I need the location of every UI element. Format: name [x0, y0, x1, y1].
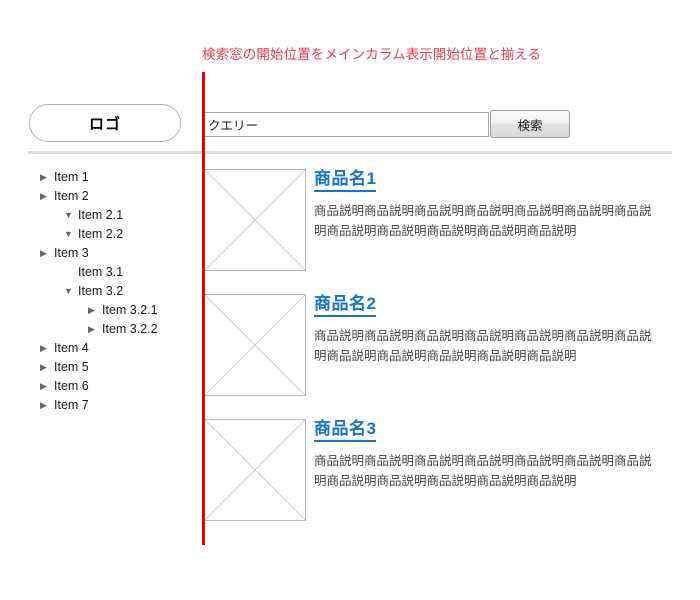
product-title-row: 商品名1 — [314, 169, 664, 192]
image-placeholder-cross-icon — [205, 170, 305, 270]
chevron-right-icon[interactable]: ▶ — [40, 382, 54, 391]
sidebar-item-label: Item 2.1 — [78, 208, 124, 223]
sidebar-item-label: Item 2.2 — [78, 227, 124, 242]
sidebar-item-item-7[interactable]: ▶ Item 7 — [30, 396, 195, 415]
sidebar-item-label: Item 7 — [54, 398, 89, 413]
product-title-row: 商品名2 — [314, 294, 664, 317]
sidebar-item-item-2[interactable]: ▶ Item 2 — [30, 187, 195, 206]
annotation-text: 検索窓の開始位置をメインカラム表示開始位置と揃える — [202, 47, 542, 62]
sidebar-item-label: Item 2 — [54, 189, 89, 204]
search-button[interactable]: 検索 — [490, 110, 570, 138]
product-body: 商品名2 商品説明商品説明商品説明商品説明商品説明商品説明商品説明商品説明商品説明… — [314, 294, 664, 366]
sidebar-item-label: Item 1 — [54, 170, 89, 185]
chevron-down-icon[interactable]: ▼ — [64, 211, 78, 220]
image-placeholder-cross-icon — [205, 295, 305, 395]
chevron-right-icon[interactable]: ▶ — [40, 249, 54, 258]
sidebar-item-label: Item 3.1 — [78, 265, 124, 280]
product-title-link[interactable]: 商品名1 — [314, 169, 377, 192]
sidebar-item-item-4[interactable]: ▶ Item 4 — [30, 339, 195, 358]
product-item: 商品名2 商品説明商品説明商品説明商品説明商品説明商品説明商品説明商品説明商品説明… — [204, 294, 674, 419]
product-body: 商品名1 商品説明商品説明商品説明商品説明商品説明商品説明商品説明商品説明商品説明… — [314, 169, 664, 241]
sidebar-item-item-6[interactable]: ▶ Item 6 — [30, 377, 195, 396]
sidebar-item-item-3-1[interactable]: ▶Item 3.1 — [30, 263, 195, 282]
sidebar-item-item-3-2-2[interactable]: ▶ Item 3.2.2 — [30, 320, 195, 339]
product-item: 商品名1 商品説明商品説明商品説明商品説明商品説明商品説明商品説明商品説明商品説明… — [204, 169, 674, 294]
product-title-row: 商品名3 — [314, 419, 664, 442]
chevron-right-icon[interactable]: ▶ — [40, 363, 54, 372]
chevron-right-icon[interactable]: ▶ — [40, 401, 54, 410]
wireframe-canvas: 検索窓の開始位置をメインカラム表示開始位置と揃える ロゴ 検索 ▶Item 1▶… — [0, 0, 700, 600]
product-description: 商品説明商品説明商品説明商品説明商品説明商品説明商品説明商品説明商品説明商品説明… — [314, 204, 652, 238]
product-description: 商品説明商品説明商品説明商品説明商品説明商品説明商品説明商品説明商品説明商品説明… — [314, 454, 652, 488]
sidebar-item-label: Item 3 — [54, 246, 89, 261]
sidebar-item-item-2-2[interactable]: ▼ Item 2.2 — [30, 225, 195, 244]
chevron-right-icon[interactable]: ▶ — [40, 173, 54, 182]
chevron-right-icon[interactable]: ▶ — [40, 192, 54, 201]
sidebar-item-label: Item 4 — [54, 341, 89, 356]
search-input[interactable] — [203, 112, 489, 137]
product-image-placeholder[interactable] — [204, 294, 306, 396]
product-list: 商品名1 商品説明商品説明商品説明商品説明商品説明商品説明商品説明商品説明商品説明… — [204, 169, 674, 544]
product-body: 商品名3 商品説明商品説明商品説明商品説明商品説明商品説明商品説明商品説明商品説明… — [314, 419, 664, 491]
chevron-down-icon[interactable]: ▼ — [64, 287, 78, 296]
product-title-link[interactable]: 商品名2 — [314, 294, 377, 317]
alignment-guide-line — [202, 72, 205, 545]
header-divider — [28, 151, 672, 154]
sidebar-item-item-3-2[interactable]: ▼ Item 3.2 — [30, 282, 195, 301]
chevron-right-icon[interactable]: ▶ — [88, 325, 102, 334]
sidebar-item-label: Item 5 — [54, 360, 89, 375]
sidebar-tree: ▶Item 1▶Item 2▼Item 2.1▼Item 2.2▶Item 3▶… — [30, 168, 195, 415]
logo-box[interactable]: ロゴ — [29, 104, 181, 142]
product-image-placeholder[interactable] — [204, 419, 306, 521]
chevron-right-icon[interactable]: ▶ — [88, 306, 102, 315]
sidebar-item-item-3[interactable]: ▶ Item 3 — [30, 244, 195, 263]
product-item: 商品名3 商品説明商品説明商品説明商品説明商品説明商品説明商品説明商品説明商品説明… — [204, 419, 674, 544]
sidebar-item-item-5[interactable]: ▶ Item 5 — [30, 358, 195, 377]
chevron-right-icon[interactable]: ▶ — [40, 344, 54, 353]
sidebar-item-label: Item 6 — [54, 379, 89, 394]
product-description: 商品説明商品説明商品説明商品説明商品説明商品説明商品説明商品説明商品説明商品説明… — [314, 329, 652, 363]
sidebar-item-label: Item 3.2 — [78, 284, 124, 299]
product-image-placeholder[interactable] — [204, 169, 306, 271]
sidebar-item-item-1[interactable]: ▶ Item 1 — [30, 168, 195, 187]
sidebar-item-label: Item 3.2.1 — [102, 303, 158, 318]
sidebar-item-item-3-2-1[interactable]: ▶ Item 3.2.1 — [30, 301, 195, 320]
sidebar-item-label: Item 3.2.2 — [102, 322, 158, 337]
product-title-link[interactable]: 商品名3 — [314, 419, 377, 442]
image-placeholder-cross-icon — [205, 420, 305, 520]
logo-label: ロゴ — [88, 115, 121, 133]
sidebar-item-item-2-1[interactable]: ▼ Item 2.1 — [30, 206, 195, 225]
chevron-down-icon[interactable]: ▼ — [64, 230, 78, 239]
